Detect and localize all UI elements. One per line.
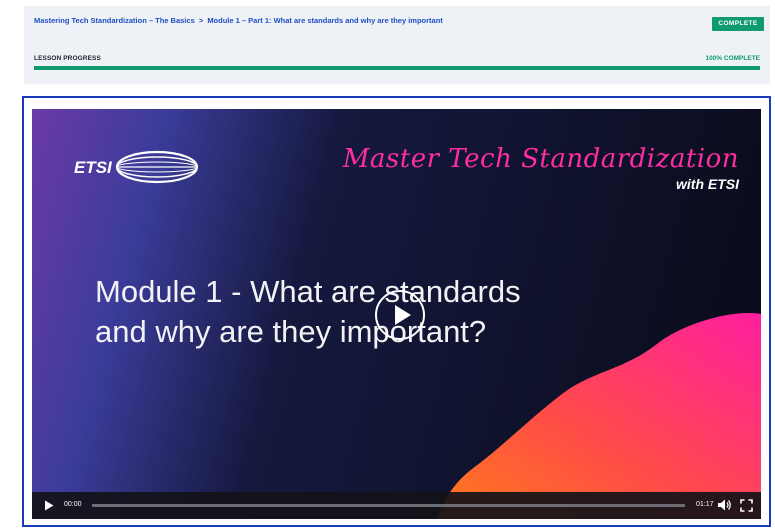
video-frame: ETSI Master Tech Standardization with ET…: [22, 96, 771, 527]
status-badge: COMPLETE: [712, 17, 764, 31]
progress-bar: [34, 66, 760, 70]
breadcrumb: Mastering Tech Standardization – The Bas…: [34, 16, 443, 25]
slide-title-line-2: and why are they important?: [95, 314, 487, 349]
etsi-logo-text: ETSI: [74, 158, 113, 177]
lesson-progress-card: Mastering Tech Standardization – The Bas…: [24, 6, 770, 84]
current-time: 00:00: [64, 501, 82, 508]
seek-bar[interactable]: [92, 504, 685, 507]
duration-time: 01:17: [696, 501, 714, 508]
tagline-script-text: Master Tech Standardization: [342, 144, 739, 174]
slide-title: Module 1 - What are standards and why ar…: [95, 272, 615, 352]
breadcrumb-course-link[interactable]: Mastering Tech Standardization – The Bas…: [34, 16, 195, 25]
progress-percent-text: 100% COMPLETE: [705, 55, 760, 62]
play-icon[interactable]: [44, 500, 54, 511]
lesson-progress-label: LESSON PROGRESS: [34, 55, 101, 62]
volume-icon[interactable]: [718, 499, 732, 511]
tagline-subtext: with ETSI: [676, 176, 739, 192]
slide-title-line-1: Module 1 - What are standards: [95, 274, 521, 309]
play-overlay-button[interactable]: [375, 290, 425, 340]
play-icon: [395, 305, 411, 325]
video-player[interactable]: ETSI Master Tech Standardization with ET…: [32, 109, 761, 519]
breadcrumb-lesson-link[interactable]: Module 1 – Part 1: What are standards an…: [207, 16, 442, 25]
fullscreen-icon[interactable]: [740, 499, 753, 512]
breadcrumb-separator: >: [198, 16, 204, 25]
video-control-bar: 00:00 01:17: [32, 492, 761, 519]
progress-bar-fill: [34, 66, 760, 70]
etsi-logo: ETSI: [74, 150, 199, 184]
slide-tagline: Master Tech Standardization with ETSI: [343, 144, 739, 192]
